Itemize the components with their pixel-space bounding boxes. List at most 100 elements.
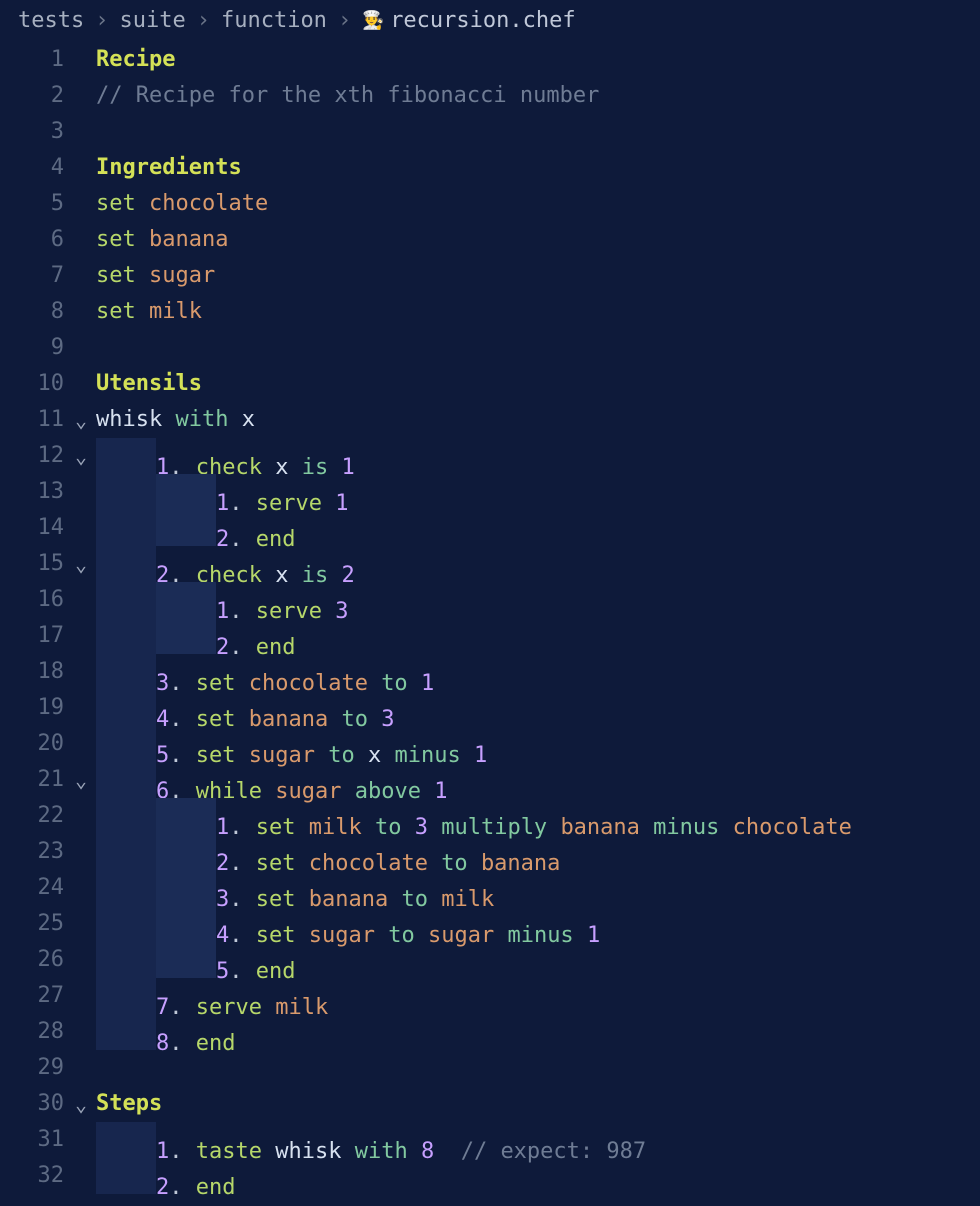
- code-line[interactable]: 311. taste whisk with 8 // expect: 987: [0, 1122, 980, 1158]
- indent-guide: [156, 618, 216, 654]
- code-line[interactable]: 21⌄6. while sugar above 1: [0, 762, 980, 798]
- fold-toggle[interactable]: ⌄: [70, 546, 92, 585]
- line-number: 31: [0, 1122, 70, 1158]
- code-content: set sugar: [92, 258, 980, 294]
- chevron-down-icon: ⌄: [75, 1092, 87, 1116]
- code-line[interactable]: 2 // Recipe for the xth fibonacci number: [0, 78, 980, 114]
- line-number: 2: [0, 78, 70, 114]
- indent-guide: [156, 942, 216, 978]
- code-line[interactable]: 254. set sugar to sugar minus 1: [0, 906, 980, 942]
- line-number: 17: [0, 618, 70, 654]
- fold-toggle[interactable]: ⌄: [70, 438, 92, 477]
- token: 2: [156, 1175, 169, 1200]
- code-line[interactable]: 172. end: [0, 618, 980, 654]
- indent-guide: [96, 798, 156, 834]
- token: end: [196, 1175, 236, 1200]
- fold-toggle[interactable]: ⌄: [70, 402, 92, 441]
- code-line[interactable]: 131. serve 1: [0, 474, 980, 510]
- line-number: 5: [0, 186, 70, 222]
- breadcrumb-seg-0[interactable]: tests: [18, 3, 84, 39]
- code-line[interactable]: 10Utensils: [0, 366, 980, 402]
- token: set: [96, 263, 149, 288]
- fold-toggle[interactable]: ⌄: [70, 1086, 92, 1125]
- code-line[interactable]: 12⌄1. check x is 1: [0, 438, 980, 474]
- token: .: [169, 1031, 196, 1056]
- code-line[interactable]: 288. end: [0, 1014, 980, 1050]
- line-number: 24: [0, 870, 70, 906]
- line-number: 20: [0, 726, 70, 762]
- indent-guide: [156, 582, 216, 618]
- code-line[interactable]: 4Ingredients: [0, 150, 980, 186]
- code-content: whisk with x: [92, 402, 980, 438]
- chevron-right-icon: ›: [90, 3, 113, 39]
- indent-guide: [156, 870, 216, 906]
- code-line[interactable]: 9: [0, 330, 980, 366]
- token: sugar: [149, 263, 215, 288]
- line-number: 26: [0, 942, 70, 978]
- code-line[interactable]: 221. set milk to 3 multiply banana minus…: [0, 798, 980, 834]
- line-number: 30: [0, 1086, 70, 1122]
- breadcrumb-file[interactable]: recursion.chef: [390, 3, 575, 39]
- line-number: 13: [0, 474, 70, 510]
- token: // Recipe for the xth fibonacci number: [96, 83, 599, 108]
- code-line[interactable]: 1 Recipe: [0, 42, 980, 78]
- line-number: 18: [0, 654, 70, 690]
- line-number: 19: [0, 690, 70, 726]
- chevron-right-icon: ›: [333, 3, 356, 39]
- token: end: [196, 1031, 236, 1056]
- code-line[interactable]: 277. serve milk: [0, 978, 980, 1014]
- chevron-down-icon: ⌄: [75, 444, 87, 468]
- code-line[interactable]: 6 set banana: [0, 222, 980, 258]
- code-line[interactable]: 205. set sugar to x minus 1: [0, 726, 980, 762]
- line-number: 12: [0, 438, 70, 474]
- code-content: Utensils: [92, 366, 980, 402]
- code-line[interactable]: 11⌄whisk with x: [0, 402, 980, 438]
- code-content: set milk: [92, 294, 980, 330]
- code-line[interactable]: 194. set banana to 3: [0, 690, 980, 726]
- indent-guide: [96, 726, 156, 762]
- code-line[interactable]: 232. set chocolate to banana: [0, 834, 980, 870]
- breadcrumb-seg-2[interactable]: function: [221, 3, 327, 39]
- code-line[interactable]: 5set chocolate: [0, 186, 980, 222]
- indent-guide: [96, 438, 156, 474]
- code-line[interactable]: 322. end: [0, 1158, 980, 1194]
- chef-file-icon: 👨‍🍳: [362, 10, 384, 32]
- token: Recipe: [96, 47, 175, 72]
- indent-guide: [96, 474, 156, 510]
- fold-toggle[interactable]: ⌄: [70, 762, 92, 801]
- breadcrumb: tests › suite › function › 👨‍🍳 recursion…: [0, 0, 980, 40]
- indent-guide: [96, 870, 156, 906]
- token: whisk: [96, 407, 175, 432]
- code-editor[interactable]: 1 Recipe 2 // Recipe for the xth fibonacci …: [0, 40, 980, 1194]
- code-line[interactable]: 8set milk: [0, 294, 980, 330]
- line-number: 14: [0, 510, 70, 546]
- token: 8: [156, 1031, 169, 1056]
- indent-guide: [96, 978, 156, 1014]
- breadcrumb-seg-1[interactable]: suite: [119, 3, 185, 39]
- indent-guide: [96, 1122, 156, 1158]
- code-line[interactable]: 3: [0, 114, 980, 150]
- indent-guide: [156, 510, 216, 546]
- code-line[interactable]: 142. end: [0, 510, 980, 546]
- code-line[interactable]: 161. serve 3: [0, 582, 980, 618]
- code-line[interactable]: 7set sugar: [0, 258, 980, 294]
- indent-guide: [96, 1014, 156, 1050]
- code-line[interactable]: 15⌄2. check x is 2: [0, 546, 980, 582]
- line-number: 6: [0, 222, 70, 258]
- token: x: [242, 407, 255, 432]
- code-line[interactable]: 265. end: [0, 942, 980, 978]
- chevron-down-icon: ⌄: [75, 552, 87, 576]
- code-line[interactable]: 30⌄ Steps: [0, 1086, 980, 1122]
- code-line[interactable]: 243. set banana to milk: [0, 870, 980, 906]
- token: Steps: [96, 1091, 162, 1116]
- code-content: // Recipe for the xth fibonacci number: [92, 78, 980, 114]
- code-content: 8. end: [92, 1014, 980, 1062]
- indent-guide: [96, 906, 156, 942]
- indent-guide: [96, 618, 156, 654]
- line-number: 1: [0, 42, 70, 78]
- code-line[interactable]: 183. set chocolate to 1: [0, 654, 980, 690]
- indent-guide: [156, 474, 216, 510]
- line-number: 15: [0, 546, 70, 582]
- code-content: set banana: [92, 222, 980, 258]
- line-number: 32: [0, 1158, 70, 1194]
